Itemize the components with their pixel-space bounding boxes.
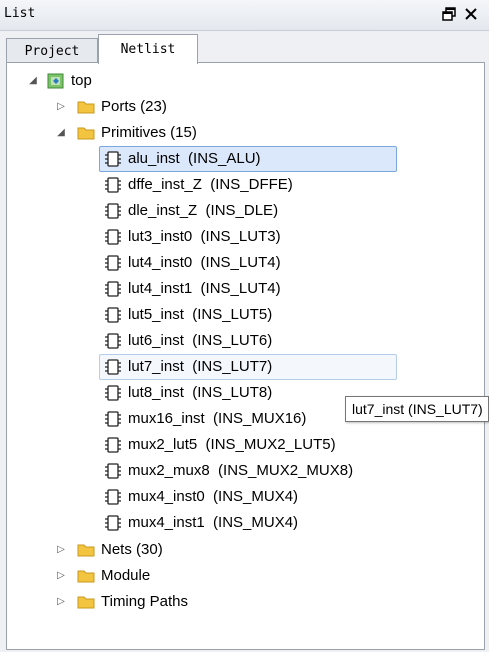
primitive-label: lut8_inst (INS_LUT8) <box>128 384 273 401</box>
primitive-item[interactable]: lut7_inst (INS_LUT7) <box>7 354 484 380</box>
chip-icon <box>104 436 122 454</box>
tab-bar: Project Netlist <box>0 31 489 64</box>
chip-icon <box>104 514 122 532</box>
collapse-arrow-icon[interactable]: ◢ <box>55 124 67 142</box>
chip-icon <box>104 228 122 246</box>
primitive-label: mux2_lut5 (INS_MUX2_LUT5) <box>128 436 336 453</box>
chip-icon <box>104 488 122 506</box>
tree-node-module[interactable]: ▷ Module <box>7 563 484 589</box>
collapse-arrow-icon[interactable]: ◢ <box>27 72 39 90</box>
panel-title: List <box>4 6 36 21</box>
folder-icon <box>77 567 95 585</box>
chip-icon <box>104 176 122 194</box>
tree-node-label: Primitives (15) <box>101 124 197 141</box>
tab-project[interactable]: Project <box>6 38 98 64</box>
primitive-item[interactable]: dffe_inst_Z (INS_DFFE) <box>7 172 484 198</box>
chip-icon <box>104 306 122 324</box>
tree-node-label: top <box>71 72 92 89</box>
folder-icon <box>77 593 95 611</box>
tree-node-primitives[interactable]: ◢ Primitives (15) <box>7 120 484 146</box>
chip-icon <box>104 332 122 350</box>
tree-node-ports[interactable]: ▷ Ports (23) <box>7 94 484 120</box>
panel-titlebar: List <box>0 0 489 31</box>
primitive-item[interactable]: lut4_inst0 (INS_LUT4) <box>7 250 484 276</box>
primitive-label: mux16_inst (INS_MUX16) <box>128 410 307 427</box>
netlist-tree-frame: ◢ top ▷ Ports (23) ◢ Primitives (15) alu… <box>6 62 485 650</box>
tree-node-top[interactable]: ◢ top <box>7 68 484 94</box>
primitive-label: mux4_inst0 (INS_MUX4) <box>128 488 299 505</box>
primitive-item[interactable]: mux2_mux8 (INS_MUX2_MUX8) <box>7 458 484 484</box>
primitive-label: lut4_inst1 (INS_LUT4) <box>128 280 281 297</box>
primitive-item[interactable]: lut3_inst0 (INS_LUT3) <box>7 224 484 250</box>
expand-arrow-icon[interactable]: ▷ <box>55 593 67 611</box>
primitive-label: alu_inst (INS_ALU) <box>128 150 261 167</box>
tree-node-label: Ports (23) <box>101 98 167 115</box>
primitive-label: dle_inst_Z (INS_DLE) <box>128 202 279 219</box>
chip-icon <box>104 254 122 272</box>
folder-icon <box>77 124 95 142</box>
primitive-item[interactable]: alu_inst (INS_ALU) <box>7 146 484 172</box>
tree-node-nets[interactable]: ▷ Nets (30) <box>7 537 484 563</box>
primitive-label: lut7_inst (INS_LUT7) <box>128 358 273 375</box>
folder-icon <box>77 98 95 116</box>
close-icon[interactable] <box>462 4 480 24</box>
netlist-tree: ◢ top ▷ Ports (23) ◢ Primitives (15) alu… <box>7 63 484 649</box>
chip-icon <box>104 410 122 428</box>
tooltip: lut7_inst (INS_LUT7) <box>345 396 489 422</box>
primitive-item[interactable]: lut6_inst (INS_LUT6) <box>7 328 484 354</box>
tree-node-label: Nets (30) <box>101 541 163 558</box>
primitive-item[interactable]: mux4_inst0 (INS_MUX4) <box>7 484 484 510</box>
primitive-label: dffe_inst_Z (INS_DFFE) <box>128 176 293 193</box>
primitive-label: mux4_inst1 (INS_MUX4) <box>128 514 299 531</box>
expand-arrow-icon[interactable]: ▷ <box>55 541 67 559</box>
tree-node-label: Timing Paths <box>101 593 188 610</box>
chip-icon <box>104 358 122 376</box>
primitive-item[interactable]: dle_inst_Z (INS_DLE) <box>7 198 484 224</box>
expand-arrow-icon[interactable]: ▷ <box>55 567 67 585</box>
restore-icon[interactable] <box>440 4 458 24</box>
primitive-label: lut6_inst (INS_LUT6) <box>128 332 273 349</box>
primitive-item[interactable]: mux2_lut5 (INS_MUX2_LUT5) <box>7 432 484 458</box>
expand-arrow-icon[interactable]: ▷ <box>55 98 67 116</box>
primitive-label: lut4_inst0 (INS_LUT4) <box>128 254 281 271</box>
module-icon <box>47 72 65 90</box>
primitive-label: lut3_inst0 (INS_LUT3) <box>128 228 281 245</box>
primitive-item[interactable]: lut4_inst1 (INS_LUT4) <box>7 276 484 302</box>
chip-icon <box>104 150 122 168</box>
chip-icon <box>104 202 122 220</box>
primitive-label: mux2_mux8 (INS_MUX2_MUX8) <box>128 462 354 479</box>
tree-node-label: Module <box>101 567 151 584</box>
folder-icon <box>77 541 95 559</box>
list-panel: List Project Netlist ◢ top ▷ Ports (23) … <box>0 0 489 652</box>
tree-node-timing-paths[interactable]: ▷ Timing Paths <box>7 589 484 615</box>
tab-netlist[interactable]: Netlist <box>98 34 198 64</box>
primitive-item[interactable]: lut5_inst (INS_LUT5) <box>7 302 484 328</box>
chip-icon <box>104 462 122 480</box>
primitive-item[interactable]: mux4_inst1 (INS_MUX4) <box>7 510 484 536</box>
chip-icon <box>104 280 122 298</box>
chip-icon <box>104 384 122 402</box>
primitive-label: lut5_inst (INS_LUT5) <box>128 306 273 323</box>
